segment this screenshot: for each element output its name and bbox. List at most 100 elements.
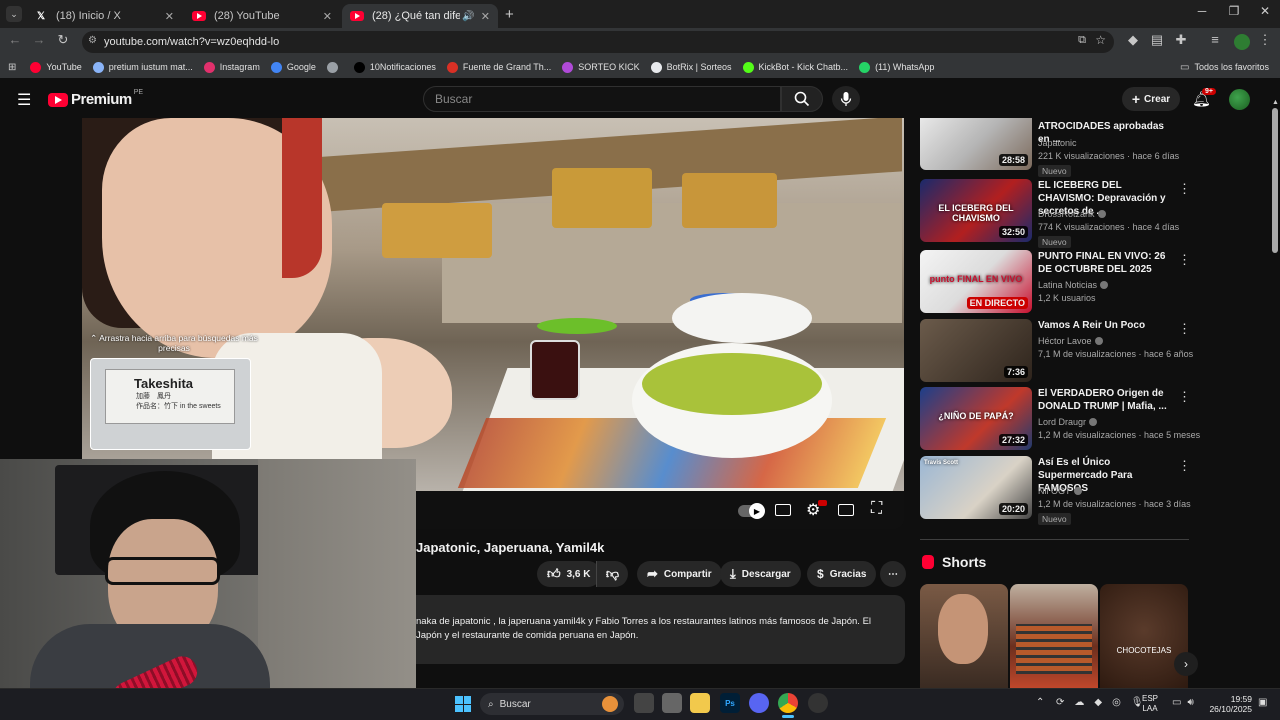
download-button[interactable]: ⤓ Descargar [720, 561, 801, 587]
photoshop-icon[interactable]: Ps [720, 693, 740, 713]
create-button[interactable]: + Crear [1122, 87, 1180, 111]
chrome-menu-icon[interactable]: ⋮ [1256, 32, 1274, 48]
bookmark-item[interactable]: Fuente de Grand Th... [446, 61, 551, 73]
site-info-icon[interactable]: ⚙ [88, 35, 97, 46]
recommended-video[interactable]: Travis Scott 20:20 Así Es el Único Superme… [920, 456, 1195, 525]
scrollbar-thumb[interactable] [1272, 108, 1278, 253]
recommended-video[interactable]: punto FINAL EN VIVO EN DIRECTO PUNTO FINAL… [920, 250, 1195, 316]
taskbar-search[interactable]: ⌕ Buscar [480, 693, 624, 715]
recommended-video[interactable]: ¿NIÑO DE PAPÁ? 27:32 El VERDADERO Origen d… [920, 387, 1200, 453]
search-input[interactable]: Buscar [423, 86, 781, 112]
related-preview-card[interactable]: Takeshita 加藤 鳳丹 作品名：竹下 in the sweets [90, 358, 251, 450]
channel-name[interactable]: Nil OGT [1038, 486, 1082, 496]
youtube-logo[interactable]: Premium PE [48, 89, 143, 108]
voice-search-button[interactable] [832, 86, 860, 112]
more-options-icon[interactable]: ⋮ [1178, 321, 1191, 337]
bookmark-item[interactable]: 10Notificaciones [353, 61, 436, 73]
minimize-icon[interactable]: ─ [1187, 4, 1217, 18]
tab-search-button[interactable]: ⌄ [6, 6, 22, 22]
bookmark-item[interactable]: Instagram [203, 61, 260, 73]
recommended-video[interactable]: EL ICEBERG DEL CHAVISMO 32:50 EL ICEBERG D… [920, 179, 1195, 248]
all-bookmarks[interactable]: ▭ Todos los favoritos [1180, 62, 1269, 73]
notifications-button[interactable]: 🔔︎ 9+ [1192, 88, 1216, 110]
language-indicator[interactable]: ESP LAA [1142, 694, 1158, 714]
clock[interactable]: 19:59 26/10/2025 [1206, 694, 1252, 714]
close-tab-icon[interactable]: ✕ [165, 10, 174, 23]
more-options-icon[interactable]: ⋮ [1178, 252, 1191, 268]
miniplayer-icon[interactable] [838, 504, 854, 516]
recommended-video[interactable]: 7:36 Vamos A Reir Un Poco Héctor Lavoe 7,1 … [920, 319, 1195, 385]
file-explorer-icon[interactable] [690, 693, 710, 713]
obs-icon[interactable] [808, 693, 828, 713]
close-window-icon[interactable]: ✕ [1250, 4, 1280, 18]
subtitles-icon[interactable] [775, 504, 791, 516]
chrome-icon[interactable] [778, 693, 798, 713]
video-player[interactable]: ⌃ Arrastra hacia arriba para búsquedas m… [82, 118, 904, 491]
task-view-icon[interactable] [634, 693, 654, 713]
bookmark-item[interactable]: pretium iustum mat... [92, 61, 193, 73]
tab-current-video[interactable]: (28) ¿Qué tan diferente es l 🔊 ✕ [342, 4, 498, 28]
bookmark-item[interactable]: SORTEO KICK [562, 61, 640, 73]
windows-start-icon[interactable] [455, 696, 471, 712]
fullscreen-icon[interactable]: ⛶ [871, 500, 882, 518]
video-thumbnail[interactable]: ¿NIÑO DE PAPÁ? 27:32 [920, 387, 1032, 450]
install-icon[interactable]: ⧉ [1078, 34, 1086, 47]
video-thumbnail[interactable]: EL ICEBERG DEL CHAVISMO 32:50 [920, 179, 1032, 242]
tray-chevron-icon[interactable]: ⌃ [1036, 697, 1044, 708]
more-actions-button[interactable]: ⋯ [880, 561, 906, 587]
close-tab-icon[interactable]: ✕ [481, 10, 490, 23]
more-options-icon[interactable]: ⋮ [1178, 389, 1191, 405]
channel-name[interactable]: Latina Noticias [1038, 280, 1109, 290]
reload-icon[interactable]: ↻ [54, 32, 72, 48]
channel-name[interactable]: DrossRotzank [1038, 209, 1106, 219]
channel-name[interactable]: Lord Draugr [1038, 417, 1098, 427]
scroll-up-arrow-icon[interactable]: ▲ [1272, 99, 1279, 106]
notification-center-icon[interactable]: ▣ [1258, 697, 1267, 708]
dislike-button[interactable]: 👎︎ [596, 561, 628, 587]
channel-name[interactable]: Héctor Lavoe [1038, 336, 1103, 346]
video-thumbnail[interactable]: punto FINAL EN VIVO EN DIRECTO [920, 250, 1032, 313]
extension-icon[interactable]: ◆ [1124, 32, 1142, 48]
discord-icon[interactable] [749, 693, 769, 713]
extension-icon[interactable]: ▤ [1148, 32, 1166, 48]
account-avatar[interactable] [1229, 89, 1250, 110]
short-card[interactable] [920, 584, 1008, 688]
video-thumbnail[interactable]: 7:36 [920, 319, 1032, 382]
recommended-video[interactable]: 28:58 ATROCIDADES aprobadas en ... Japaton… [920, 118, 1195, 184]
network-volume-icons[interactable]: ▭🔊︎ [1172, 697, 1200, 708]
bookmark-item[interactable]: YouTube [30, 61, 82, 73]
tab-x[interactable]: 𝕏 (18) Inicio / X ✕ [26, 4, 182, 28]
thanks-button[interactable]: $ Gracias [807, 561, 877, 587]
apps-grid-icon[interactable]: ⊞ [8, 62, 16, 73]
recommended-video-title[interactable]: Vamos A Reir Un Poco [1038, 319, 1178, 332]
extensions-puzzle-icon[interactable]: ✚ [1172, 32, 1190, 48]
channel-name[interactable]: Japatonic [1038, 138, 1077, 148]
menu-icon[interactable]: ☰ [17, 90, 31, 110]
back-icon[interactable]: ← [6, 32, 24, 47]
maximize-icon[interactable]: ❐ [1219, 4, 1249, 18]
forward-icon[interactable]: → [30, 32, 48, 47]
search-button[interactable] [781, 86, 823, 112]
tab-youtube[interactable]: (28) YouTube ✕ [184, 4, 340, 28]
video-thumbnail[interactable]: Travis Scott 20:20 [920, 456, 1032, 519]
widgets-app-icon[interactable] [662, 693, 682, 713]
short-card[interactable]: CHOCOTEJAS [1100, 584, 1188, 688]
bookmark-item[interactable]: (11) WhatsApp [859, 61, 934, 73]
share-button[interactable]: ➦ Compartir [637, 561, 722, 587]
bookmark-star-icon[interactable]: ☆ [1095, 33, 1106, 47]
new-tab-button[interactable]: + [505, 6, 514, 23]
autoplay-toggle[interactable]: ▶ [738, 503, 765, 519]
bookmark-item[interactable]: KickBot - Kick Chatb... [742, 61, 848, 73]
bookmark-item[interactable]: Google [270, 61, 316, 73]
speaker-icon[interactable]: 🔊 [462, 11, 474, 22]
more-options-icon[interactable]: ⋮ [1178, 458, 1191, 474]
like-button[interactable]: 👍︎ 3,6 K [537, 561, 601, 587]
description-box[interactable]: naka de japatonic , la japeruana yamil4k… [416, 595, 905, 664]
more-options-icon[interactable]: ⋮ [1178, 181, 1191, 197]
close-tab-icon[interactable]: ✕ [323, 10, 332, 23]
profile-avatar[interactable] [1234, 34, 1250, 50]
shorts-next-button[interactable]: › [1174, 652, 1198, 676]
recommended-video-title[interactable]: El VERDADERO Origen de DONALD TRUMP | Ma… [1038, 387, 1178, 413]
video-thumbnail[interactable]: 28:58 [920, 118, 1032, 170]
reading-list-icon[interactable]: ≡ [1206, 32, 1224, 47]
